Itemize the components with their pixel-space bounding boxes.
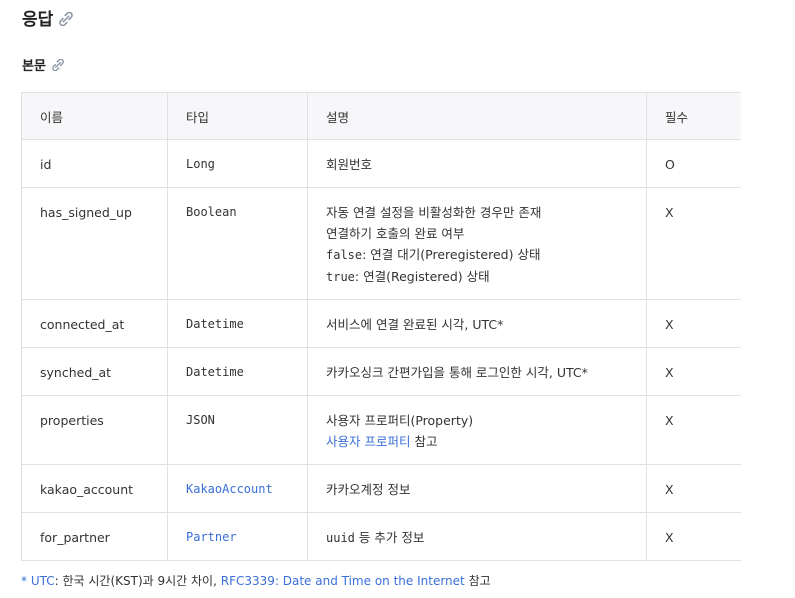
cell-type[interactable]: KakaoAccount [167, 464, 308, 513]
description-text: 카카오계정 정보 [326, 482, 411, 497]
description-line: true: 연결(Registered) 상태 [326, 266, 646, 288]
cell-name: has_signed_up [21, 187, 168, 300]
table-row: synched_at Datetime 카카오싱크 간편가입을 통해 로그인한 시각… [21, 347, 741, 396]
cell-type: JSON [167, 395, 308, 465]
cell-description: uuid 등 추가 정보 [307, 512, 647, 561]
link-clip-icon[interactable] [59, 11, 74, 26]
cell-description: 사용자 프로퍼티(Property) 사용자 프로퍼티 참고 [307, 395, 647, 465]
response-heading-text: 응답 [22, 10, 54, 30]
description-text: 등 추가 정보 [354, 530, 425, 545]
table-row: for_partner Partner uuid 등 추가 정보 X [21, 512, 741, 561]
table-row: has_signed_up Boolean 자동 연결 설정을 비활성화한 경우만 … [21, 187, 741, 300]
table-header-row: 이름 타입 설명 필수 [21, 92, 741, 140]
header-required: 필수 [646, 92, 741, 140]
description-text: 카카오싱크 간편가입을 통해 로그인한 시각, UTC* [326, 365, 588, 380]
description-link[interactable]: 사용자 프로퍼티 [326, 434, 410, 449]
cell-required: X [646, 299, 741, 348]
cell-required: X [646, 395, 741, 465]
cell-type: Datetime [167, 299, 308, 348]
cell-name: synched_at [21, 347, 168, 396]
code-text: uuid [326, 531, 355, 545]
description-line: 사용자 프로퍼티(Property) [326, 410, 646, 431]
cell-required: X [646, 347, 741, 396]
cell-description: 카카오계정 정보 [307, 464, 647, 513]
table-row: connected_at Datetime 서비스에 연결 완료된 시각, UTC*… [21, 299, 741, 348]
cell-description: 서비스에 연결 완료된 시각, UTC* [307, 299, 647, 348]
cell-required: X [646, 187, 741, 300]
rfc3339-link[interactable]: RFC3339: Date and Time on the Internet [221, 574, 465, 588]
footnote-text-1: : 한국 시간(KST)과 9시간 차이, [54, 574, 221, 588]
header-type: 타입 [167, 92, 308, 140]
description-line: 서비스에 연결 완료된 시각, UTC* [326, 314, 646, 335]
table-body: id Long 회원번호 Ohas_signed_up Boolean 자동 연결 설정을… [21, 139, 741, 561]
cell-type: Long [167, 139, 308, 188]
cell-description: 회원번호 [307, 139, 647, 188]
cell-required: O [646, 139, 741, 188]
description-line: 연결하기 호출의 완료 여부 [326, 223, 646, 244]
link-clip-icon[interactable] [52, 58, 64, 71]
utc-link[interactable]: UTC [31, 574, 55, 588]
body-heading-text: 본문 [22, 59, 46, 74]
description-text: : 연결(Registered) 상태 [354, 269, 490, 284]
header-description: 설명 [307, 92, 647, 140]
description-text: 자동 연결 설정을 비활성화한 경우만 존재 [326, 205, 542, 220]
description-line: 회원번호 [326, 154, 646, 175]
header-name: 이름 [21, 92, 168, 140]
description-line: 카카오싱크 간편가입을 통해 로그인한 시각, UTC* [326, 362, 646, 383]
description-text: 서비스에 연결 완료된 시각, UTC* [326, 317, 504, 332]
footnote: * UTC: 한국 시간(KST)과 9시간 차이, RFC3339: Date… [21, 572, 491, 589]
code-text: true [326, 270, 355, 284]
cell-required: X [646, 464, 741, 513]
cell-description: 카카오싱크 간편가입을 통해 로그인한 시각, UTC* [307, 347, 647, 396]
cell-name: for_partner [21, 512, 168, 561]
description-line: 사용자 프로퍼티 참고 [326, 431, 646, 452]
description-text: 연결하기 호출의 완료 여부 [326, 226, 465, 241]
table-row: properties JSON 사용자 프로퍼티(Property) 사용자 프로퍼티… [21, 395, 741, 465]
cell-type: Datetime [167, 347, 308, 396]
footnote-star: * [21, 574, 31, 588]
description-text: : 연결 대기(Preregistered) 상태 [362, 247, 541, 262]
description-line: false: 연결 대기(Preregistered) 상태 [326, 244, 646, 266]
cell-required: X [646, 512, 741, 561]
description-line: 카카오계정 정보 [326, 479, 646, 500]
table-row: id Long 회원번호 O [21, 139, 741, 188]
response-table: 이름 타입 설명 필수 id Long 회원번호 Ohas_signed_up Bool… [21, 92, 741, 561]
response-table-container: 이름 타입 설명 필수 id Long 회원번호 Ohas_signed_up Bool… [21, 92, 741, 561]
description-text: 참고 [410, 434, 438, 449]
footnote-text-2: 참고 [464, 574, 491, 588]
body-heading: 본문 [22, 55, 64, 74]
cell-type[interactable]: Partner [167, 512, 308, 561]
description-text: 회원번호 [326, 157, 373, 172]
cell-type: Boolean [167, 187, 308, 300]
cell-name: properties [21, 395, 168, 465]
description-line: 자동 연결 설정을 비활성화한 경우만 존재 [326, 202, 646, 223]
cell-name: id [21, 139, 168, 188]
response-heading: 응답 [22, 5, 74, 30]
cell-name: kakao_account [21, 464, 168, 513]
code-text: false [326, 248, 363, 262]
description-text: 사용자 프로퍼티(Property) [326, 413, 474, 428]
description-line: uuid 등 추가 정보 [326, 527, 646, 549]
table-row: kakao_account KakaoAccount 카카오계정 정보 X [21, 464, 741, 513]
cell-description: 자동 연결 설정을 비활성화한 경우만 존재연결하기 호출의 완료 여부 fals… [307, 187, 647, 300]
cell-name: connected_at [21, 299, 168, 348]
